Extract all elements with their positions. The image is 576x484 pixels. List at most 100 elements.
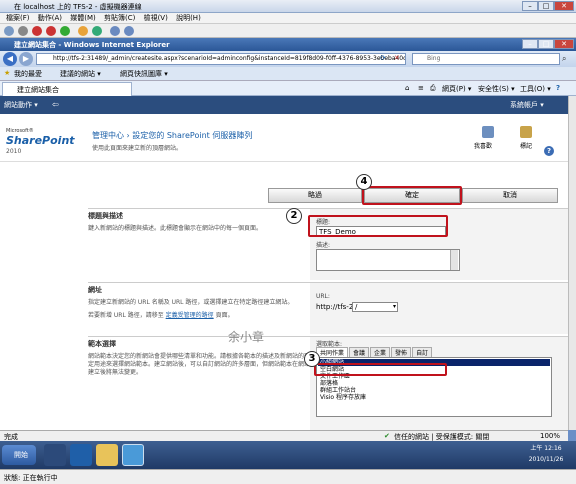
url-section-info: 網址 指定建立新網站的 URL 名稱及 URL 路徑，或選擇建立在特定路徑建立網… (88, 282, 310, 334)
logo-sharepoint: SharePoint (6, 134, 75, 147)
forward-icon[interactable]: ▶ (19, 52, 33, 66)
server-manager-icon[interactable] (44, 444, 66, 466)
stop-icon[interactable] (18, 26, 28, 36)
sharepoint-logo: Microsoft® SharePoint 2010 (6, 128, 86, 155)
template-section-desc: 網站範本決定您的新網站會提供哪些清單和功能。請根據各範本的描述及新網站的預定用途… (88, 353, 311, 376)
description-textarea[interactable] (316, 249, 460, 271)
breadcrumb-central-admin[interactable]: 管理中心 (92, 131, 124, 140)
ie-maximize-button[interactable]: □ (538, 39, 554, 49)
url-desc2-pre: 若要新增 URL 路徑，請移至 (88, 312, 164, 319)
page-menu[interactable]: 網頁(P) ▾ (442, 84, 471, 94)
url-path-select[interactable]: / ▾ (352, 302, 398, 312)
clock[interactable]: 上午 12:16 2010/11/26 (518, 443, 574, 465)
menu-help[interactable]: 說明(H) (176, 13, 201, 24)
clock-time: 上午 12:16 (530, 445, 562, 452)
managed-paths-link[interactable]: 定義受管理的路徑 (166, 312, 214, 319)
url-prefix: http://tfs-2 (316, 303, 354, 311)
power-icon[interactable] (32, 26, 42, 36)
start-button[interactable]: 開始 (2, 445, 36, 465)
menu-view[interactable]: 檢視(V) (144, 13, 168, 24)
template-option[interactable]: 部落格 (318, 380, 550, 387)
suggested-sites-link[interactable]: 建議的網站 ▾ (60, 69, 101, 79)
callout-4: 4 (356, 174, 372, 190)
title-section-info: 標題與描述 鍵入新網站的標題與描述。此標題會顯示在網站中的每一個頁面。 (88, 208, 310, 280)
description-label: 描述: (316, 242, 331, 249)
search-icon[interactable]: ⌕ (562, 54, 566, 64)
feeds-icon[interactable]: ≡ (418, 84, 424, 92)
menu-media[interactable]: 媒體(M) (70, 13, 96, 24)
site-actions-menu[interactable]: 網站動作 ▾ (4, 100, 38, 110)
save-state-icon[interactable] (60, 26, 70, 36)
highlight-team-site (314, 363, 447, 376)
back-button[interactable]: 略過 (268, 188, 362, 203)
pause-icon[interactable] (78, 26, 88, 36)
menu-file[interactable]: 檔案(F) (6, 13, 30, 24)
menu-action[interactable]: 動作(A) (38, 13, 62, 24)
url-section-desc2: 若要新增 URL 路徑，請移至 定義受管理的路徑 頁面。 (88, 312, 310, 320)
internet-explorer-icon[interactable] (122, 444, 144, 466)
minimize-button[interactable]: – (522, 1, 538, 11)
maximize-button[interactable]: □ (538, 1, 554, 11)
taskbar: 開始 上午 12:16 2010/11/26 (0, 441, 576, 469)
snapshot-icon[interactable] (110, 26, 120, 36)
like-label[interactable]: 我喜歡 (474, 141, 492, 150)
vm-menubar: 檔案(F) 動作(A) 媒體(M) 剪貼簿(C) 檢視(V) 說明(H) (0, 13, 576, 24)
url-section-desc: 指定建立新網站的 URL 名稱及 URL 路徑，或選擇建立在特定路徑建立網站。 (88, 299, 294, 306)
vm-status-text: 狀態: 正在執行中 (4, 474, 58, 482)
back-icon[interactable]: ◀ (3, 52, 17, 66)
tags-icon[interactable] (520, 126, 532, 138)
trusted-zone-icon: ✔ (384, 432, 390, 440)
breadcrumb-page: 設定您的 SharePoint 伺服器陣列 (132, 131, 253, 140)
form-button-row: 略過 確定 取消 (0, 188, 568, 206)
url-section-fields: URL: http://tfs-2 /▾ (310, 282, 568, 334)
ie-close-button[interactable]: ✕ (554, 39, 574, 49)
ie-statusbar: 完成 ✔ 信任的網站 | 受保護模式: 關閉 100% (0, 430, 568, 441)
ie-tab-row: 建立網站集合 ⌂ ≡ ⎙ 網頁(P) ▾ 安全性(S) ▾ 工具(O) ▾ ? (0, 81, 576, 96)
like-icon[interactable] (482, 126, 494, 138)
web-slice-gallery-link[interactable]: 網頁快訊圖庫 ▾ (120, 69, 168, 79)
stop-load-icon[interactable]: ✕ (394, 54, 400, 62)
explorer-icon[interactable] (96, 444, 118, 466)
ie-minimize-button[interactable]: – (522, 39, 538, 49)
tags-label[interactable]: 標記 (520, 141, 532, 150)
ie-window-title: 建立網站集合 - Windows Internet Explorer (14, 41, 170, 49)
zoom-level[interactable]: 100% (540, 432, 560, 440)
revert-icon[interactable] (124, 26, 134, 36)
safety-menu[interactable]: 安全性(S) ▾ (478, 84, 515, 94)
page-scrollbar[interactable] (568, 96, 576, 430)
title-section-desc: 鍵入新網站的標題與描述。此標題會顯示在網站中的每一個頁面。 (88, 225, 263, 232)
close-button[interactable]: ✕ (554, 1, 574, 11)
refresh-icon[interactable]: ⟳ (380, 54, 386, 62)
page-title: 管理中心 › 設定您的 SharePoint 伺服器陣列 (92, 130, 252, 141)
favorites-star-icon[interactable]: ★ (4, 69, 10, 77)
template-option[interactable]: 群組工作站台 (318, 387, 550, 394)
template-option[interactable]: Visio 程序存放庫 (318, 394, 550, 401)
tools-menu[interactable]: 工具(O) ▾ (520, 84, 551, 94)
ie-titlebar: 建立網站集合 - Windows Internet Explorer – □ ✕ (0, 38, 576, 51)
shutdown-icon[interactable] (46, 26, 56, 36)
sp-header: Microsoft® SharePoint 2010 管理中心 › 設定您的 S… (0, 114, 568, 162)
callout-3: 3 (304, 351, 320, 367)
sp-help-icon[interactable]: ? (544, 146, 554, 156)
sharepoint-page: 網站動作 ▾ ⇦ 系統帳戶 ▾ Microsoft® SharePoint 20… (0, 96, 568, 430)
help-icon[interactable]: ? (556, 84, 560, 92)
clock-date: 2010/11/26 (528, 456, 564, 463)
url-path-value: / (355, 303, 358, 311)
ctrl-alt-del-icon[interactable] (4, 26, 14, 36)
textarea-scrollbar[interactable] (450, 250, 458, 270)
url-input[interactable]: http://tfs-2:31489/_admin/createsite.asp… (36, 53, 406, 65)
menu-clipboard[interactable]: 剪貼簿(C) (104, 13, 135, 24)
powershell-icon[interactable] (70, 444, 92, 466)
title-section-heading: 標題與描述 (88, 208, 310, 223)
user-menu[interactable]: 系統帳戶 ▾ (510, 100, 544, 110)
tab-create-site-collection[interactable]: 建立網站集合 (2, 82, 132, 96)
browse-icon[interactable]: ⇦ (52, 100, 59, 109)
search-input[interactable]: Bing (412, 53, 560, 65)
chevron-down-icon: ▾ (392, 303, 396, 310)
cancel-button[interactable]: 取消 (462, 188, 558, 203)
favorites-label[interactable]: 我的最愛 (14, 69, 42, 79)
highlight-ok-button (362, 186, 462, 205)
reset-icon[interactable] (92, 26, 102, 36)
print-icon[interactable]: ⎙ (430, 84, 436, 93)
home-icon[interactable]: ⌂ (405, 84, 409, 92)
